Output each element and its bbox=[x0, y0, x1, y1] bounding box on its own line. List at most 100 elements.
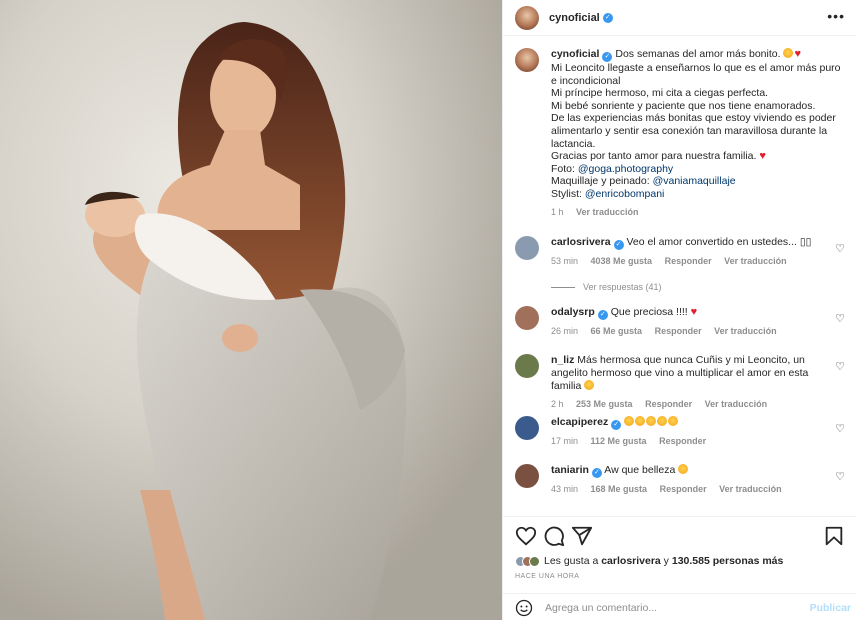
translate-link[interactable]: Ver traducción bbox=[724, 256, 787, 266]
heart-icon[interactable] bbox=[515, 525, 537, 547]
post-photo[interactable] bbox=[0, 0, 502, 620]
likes-summary[interactable]: Les gusta a carlosrivera y 130.585 perso… bbox=[515, 555, 783, 567]
photo-credit-tag[interactable]: @goga.photography bbox=[578, 163, 673, 175]
author-avatar[interactable] bbox=[515, 5, 539, 30]
translate-link[interactable]: Ver traducción bbox=[719, 484, 782, 494]
commenter-avatar[interactable] bbox=[515, 464, 539, 488]
post-caption: cynoficial ✓ Dos semanas del amor más bon… bbox=[515, 48, 851, 218]
commenter-username[interactable]: odalysrp bbox=[551, 306, 595, 318]
post-actions: Les gusta a carlosrivera y 130.585 perso… bbox=[503, 516, 856, 620]
post-photo-illustration bbox=[0, 0, 502, 620]
caption-line-3: Mi príncipe hermoso, mi cita a ciegas pe… bbox=[551, 87, 769, 100]
author-username[interactable]: cynoficial bbox=[549, 12, 600, 24]
reply-button[interactable]: Responder bbox=[665, 256, 712, 266]
commenter-avatar[interactable] bbox=[515, 354, 539, 378]
reply-button[interactable]: Responder bbox=[659, 436, 706, 446]
likes-text: Les gusta a carlosrivera y 130.585 perso… bbox=[544, 555, 784, 567]
comment-text: Veo el amor convertido en ustedes... ▯▯ bbox=[626, 236, 812, 248]
commenter-avatar[interactable] bbox=[515, 306, 539, 330]
like-comment-heart-icon[interactable]: ♡ bbox=[835, 422, 845, 435]
comment-item: elcapiperez ✓ 17 min 112 Me gusta Respond… bbox=[515, 416, 851, 448]
comment-likes[interactable]: 112 Me gusta bbox=[591, 436, 647, 446]
makeup-credit-tag[interactable]: @vaniamaquillaje bbox=[653, 175, 736, 187]
verified-icon: ✓ bbox=[611, 420, 622, 430]
heart-eyes-emoji-icon bbox=[678, 464, 689, 474]
stylist-credit-tag[interactable]: @enricobompani bbox=[585, 188, 665, 200]
view-replies-label: Ver respuestas (41) bbox=[583, 282, 662, 292]
commenter-username[interactable]: carlosrivera bbox=[551, 236, 611, 248]
caption-line-1: Dos semanas del amor más bonito. bbox=[615, 48, 781, 60]
translate-link[interactable]: Ver traducción bbox=[714, 326, 777, 336]
caption-author-avatar[interactable] bbox=[515, 48, 539, 72]
liker-username[interactable]: carlosrivera bbox=[601, 555, 661, 567]
caption-line-2: Mi Leoncito llegaste a enseñarnos lo que… bbox=[551, 62, 841, 87]
verified-icon: ✓ bbox=[613, 240, 624, 250]
heart-eyes-emoji-icon bbox=[668, 416, 679, 426]
like-comment-heart-icon[interactable]: ♡ bbox=[835, 470, 845, 483]
comment-time: 43 min bbox=[551, 484, 579, 494]
comment-time: 53 min bbox=[551, 256, 579, 266]
commenter-username[interactable]: n_liz bbox=[551, 354, 574, 366]
translate-link[interactable]: Ver traducción bbox=[705, 399, 768, 409]
comment-icon[interactable] bbox=[543, 525, 565, 547]
heart-eyes-emoji-icon bbox=[635, 416, 646, 426]
verified-icon: ✓ bbox=[597, 310, 608, 320]
heart-eyes-emoji-icon bbox=[584, 380, 595, 390]
comment-item: n_liz Más hermosa que nunca Cuñis y mi L… bbox=[515, 354, 851, 411]
comment-time: 2 h bbox=[551, 399, 564, 409]
reply-button[interactable]: Responder bbox=[660, 484, 707, 494]
heart-eyes-emoji-icon bbox=[657, 416, 668, 426]
bookmark-icon[interactable] bbox=[823, 525, 845, 547]
comment-item: carlosrivera ✓ Veo el amor convertido en … bbox=[515, 236, 851, 268]
likes-count[interactable]: 130.585 personas más bbox=[672, 555, 784, 567]
more-options-icon[interactable]: ••• bbox=[827, 9, 845, 23]
red-heart-emoji-icon: ♥ bbox=[794, 48, 801, 60]
red-heart-emoji-icon: ♥ bbox=[690, 306, 698, 318]
comment-likes[interactable]: 66 Me gusta bbox=[591, 326, 643, 336]
comment-likes[interactable]: 253 Me gusta bbox=[576, 399, 633, 409]
post-details-panel: cynoficial ✓ ••• cynoficial ✓ Dos semanas… bbox=[502, 0, 856, 620]
like-comment-heart-icon[interactable]: ♡ bbox=[835, 360, 845, 373]
view-replies-button[interactable]: Ver respuestas (41) bbox=[551, 282, 662, 292]
action-icons bbox=[515, 525, 845, 547]
comment-text: Aw que belleza bbox=[604, 464, 676, 476]
emoji-icon[interactable] bbox=[515, 599, 533, 617]
caption-username[interactable]: cynoficial bbox=[551, 48, 599, 60]
post-timestamp: HACE UNA HORA bbox=[515, 573, 580, 580]
verified-icon: ✓ bbox=[602, 52, 613, 62]
comment-likes[interactable]: 168 Me gusta bbox=[591, 484, 648, 494]
comment-time: 17 min bbox=[551, 436, 579, 446]
commenter-username[interactable]: taniarin bbox=[551, 464, 589, 476]
instagram-post-modal: cynoficial ✓ ••• cynoficial ✓ Dos semanas… bbox=[0, 0, 856, 620]
commenter-username[interactable]: elcapiperez bbox=[551, 416, 608, 428]
replies-divider bbox=[551, 286, 575, 288]
heart-eyes-emoji-icon bbox=[624, 416, 635, 426]
liker-avatar bbox=[529, 555, 540, 567]
commenter-avatar[interactable] bbox=[515, 236, 539, 260]
add-comment-bar: Publicar bbox=[503, 593, 856, 620]
commenter-avatar[interactable] bbox=[515, 416, 539, 440]
reply-button[interactable]: Responder bbox=[645, 399, 692, 409]
verified-icon: ✓ bbox=[602, 12, 613, 23]
comment-text: Que preciosa !!!! bbox=[610, 306, 688, 318]
caption-time: 1 h bbox=[551, 206, 564, 217]
caption-line-4: Mi bebé sonriente y paciente que nos tie… bbox=[551, 99, 816, 112]
like-comment-heart-icon[interactable]: ♡ bbox=[835, 242, 845, 255]
comment-time: 26 min bbox=[551, 326, 579, 336]
red-heart-emoji-icon: ♥ bbox=[759, 150, 766, 163]
comment-item: odalysrp ✓ Que preciosa !!!! ♥ 26 min 66 … bbox=[515, 306, 851, 338]
add-comment-input[interactable] bbox=[545, 601, 785, 614]
caption-line-5: De las experiencias más bonitas que esto… bbox=[551, 112, 836, 150]
photo-credit-label: Foto: bbox=[551, 162, 578, 175]
like-comment-heart-icon[interactable]: ♡ bbox=[835, 312, 845, 325]
makeup-credit-label: Maquillaje y peinado: bbox=[551, 175, 653, 188]
post-header: cynoficial ✓ ••• bbox=[503, 0, 856, 36]
lion-emoji-icon bbox=[783, 48, 794, 58]
verified-icon: ✓ bbox=[591, 468, 602, 478]
share-icon[interactable] bbox=[571, 525, 593, 547]
reply-button[interactable]: Responder bbox=[655, 326, 702, 336]
comments-list[interactable]: cynoficial ✓ Dos semanas del amor más bon… bbox=[503, 36, 856, 516]
caption-translate-link[interactable]: Ver traducción bbox=[576, 207, 639, 217]
comment-likes[interactable]: 4038 Me gusta bbox=[591, 256, 653, 266]
publish-button[interactable]: Publicar bbox=[810, 602, 851, 614]
